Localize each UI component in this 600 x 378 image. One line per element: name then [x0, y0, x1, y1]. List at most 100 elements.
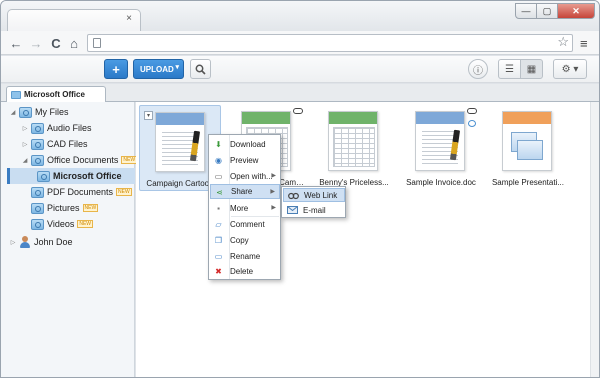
info-button[interactable]: ⓘ	[468, 59, 488, 79]
bookmark-star-icon[interactable]: ☆	[557, 34, 569, 50]
submenu-arrow-icon: ▶	[270, 189, 275, 195]
add-button[interactable]: +	[104, 59, 128, 79]
menu-item-share[interactable]: ⋖ Share ▶	[210, 184, 280, 199]
tree-item-label: John Doe	[34, 237, 73, 247]
tab-label: Microsoft Office	[24, 90, 85, 99]
tree-item-label: PDF Documents	[47, 187, 114, 197]
menu-item-label: Rename	[230, 252, 261, 261]
scrollbar[interactable]	[590, 102, 599, 377]
browser-menu-icon[interactable]: ≡	[580, 36, 588, 51]
menu-item-label: Copy	[230, 236, 249, 245]
document-thumbnail-icon	[155, 112, 205, 172]
link-badge-icon	[467, 108, 477, 114]
menu-item-label: Open with...	[230, 172, 273, 181]
folder-icon	[19, 106, 32, 118]
tree-item-office-documents[interactable]: ◢ Office Documents NEW	[21, 152, 138, 168]
forward-icon[interactable]: →	[27, 34, 45, 52]
new-badge: NEW	[121, 156, 138, 164]
reload-icon[interactable]: C	[47, 34, 65, 52]
file-tile[interactable]: Sample Invoice.doc	[400, 105, 482, 191]
share-icon: ⋖	[216, 188, 223, 197]
search-button[interactable]	[190, 59, 211, 79]
back-icon[interactable]: ←	[7, 34, 25, 52]
collapse-arrow-icon[interactable]: ◢	[21, 157, 29, 164]
folder-icon	[31, 122, 44, 134]
search-icon	[195, 64, 206, 75]
submenu-item-web-link[interactable]: Web Link	[283, 188, 345, 202]
tree-item-label: Microsoft Office	[53, 171, 122, 181]
grid-view-button[interactable]: ▦	[520, 59, 543, 79]
panel-tab-strip: Microsoft Office	[1, 84, 599, 102]
file-tile[interactable]: Benny's Priceless...	[313, 105, 395, 191]
menu-item-label: Share	[231, 187, 253, 196]
minimize-button[interactable]: —	[515, 3, 537, 19]
menu-item-open-with[interactable]: ▭ Open with... ▶	[210, 169, 280, 184]
tree-item-audio-files[interactable]: ▷ Audio Files	[21, 120, 92, 136]
menu-item-delete[interactable]: ✖ Delete	[210, 264, 280, 279]
eye-icon: ◉	[215, 156, 222, 165]
folder-icon	[31, 202, 44, 214]
tree-item-label: CAD Files	[47, 139, 88, 149]
folder-icon	[31, 218, 44, 230]
menu-item-label: Preview	[230, 156, 259, 165]
link-badge-icon	[293, 108, 303, 114]
copy-icon: ❐	[214, 236, 223, 245]
submenu-item-label: E-mail	[303, 205, 326, 215]
list-view-button[interactable]: ☰	[498, 59, 521, 79]
tree-item-label: My Files	[35, 107, 69, 117]
tile-menu-toggle[interactable]: ▾	[144, 111, 153, 120]
menu-item-label: Delete	[230, 267, 254, 276]
upload-button[interactable]: UPLOAD ▾	[133, 59, 184, 79]
folder-icon	[31, 154, 44, 166]
context-menu: ⬇ Download ◉ Preview ▭ Open with... ▶ ⋖ …	[208, 134, 281, 280]
address-bar[interactable]: ☆	[87, 34, 573, 52]
window-icon: ▭	[214, 172, 223, 181]
home-icon[interactable]: ⌂	[65, 34, 83, 52]
submenu-item-email[interactable]: E-mail	[283, 203, 345, 217]
menu-item-preview[interactable]: ◉ Preview	[210, 153, 280, 168]
folder-icon	[31, 138, 44, 150]
tree-item-videos[interactable]: Videos NEW	[31, 216, 94, 232]
presentation-thumbnail-icon	[502, 111, 552, 171]
tab-close-icon[interactable]: ×	[126, 13, 132, 24]
tree-item-microsoft-office[interactable]: Microsoft Office	[7, 168, 135, 184]
tree-item-pdf-documents[interactable]: PDF Documents NEW	[31, 184, 132, 200]
menu-item-comment[interactable]: ▱ Comment	[210, 217, 280, 232]
tree-item-label: Pictures	[47, 203, 80, 213]
expand-arrow-icon[interactable]: ▷	[9, 239, 17, 246]
menu-item-download[interactable]: ⬇ Download	[210, 137, 280, 152]
app-toolbar: + UPLOAD ▾ ⓘ ☰ ▦ ⚙ ▾	[1, 56, 599, 83]
rename-icon: ▭	[214, 252, 223, 261]
close-button[interactable]: ✕	[557, 3, 595, 19]
delete-icon: ✖	[215, 267, 222, 276]
tree-item-cad-files[interactable]: ▷ CAD Files	[21, 136, 88, 152]
expand-arrow-icon[interactable]: ▷	[21, 125, 29, 132]
collapse-arrow-icon[interactable]: ◢	[9, 109, 17, 116]
expand-arrow-icon[interactable]: ▷	[21, 141, 29, 148]
browser-tab[interactable]: ×	[7, 9, 141, 31]
submenu-arrow-icon: ▶	[271, 173, 276, 179]
folder-icon	[11, 90, 21, 99]
tree-item-my-files[interactable]: ◢ My Files	[9, 104, 69, 120]
file-tile[interactable]: Sample Presentati...	[487, 105, 569, 191]
tree-item-john-doe[interactable]: ▷ John Doe	[9, 234, 73, 250]
new-badge: NEW	[77, 220, 94, 228]
window-controls: — ▢ ✕	[515, 3, 595, 19]
menu-item-rename[interactable]: ▭ Rename	[210, 249, 280, 264]
settings-button[interactable]: ⚙ ▾	[553, 59, 587, 79]
tree-item-label: Office Documents	[47, 155, 119, 165]
upload-label: UPLOAD	[140, 64, 174, 74]
tree-item-pictures[interactable]: Pictures NEW	[31, 200, 99, 216]
browser-window: × — ▢ ✕ ← → C ⌂ ☆ ≡ + UPLOAD ▾ ⓘ ☰ ▦ ⚙ ▾…	[0, 0, 600, 378]
spreadsheet-thumbnail-icon	[328, 111, 378, 171]
tree-item-label: Videos	[47, 219, 75, 229]
menu-item-copy[interactable]: ❐ Copy	[210, 233, 280, 248]
chevron-down-icon: ▾	[175, 64, 179, 71]
tab-microsoft-office[interactable]: Microsoft Office	[6, 86, 106, 102]
more-icon: ▪	[217, 204, 220, 213]
file-grid: ▾ Campaign Cartoon Cam… Benny's Priceles…	[136, 102, 592, 377]
menu-item-more[interactable]: ▪ More ▶	[210, 201, 280, 216]
folder-icon	[31, 186, 44, 198]
maximize-button[interactable]: ▢	[536, 3, 558, 19]
document-thumbnail-icon	[415, 111, 465, 171]
